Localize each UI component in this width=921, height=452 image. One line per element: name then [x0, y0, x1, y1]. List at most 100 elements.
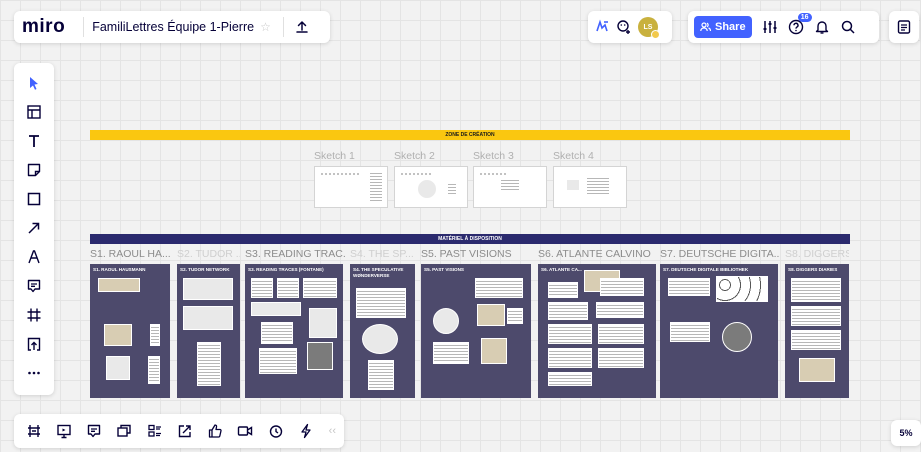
frame-image [183, 306, 233, 330]
templates-icon[interactable] [19, 98, 49, 126]
like-icon[interactable] [204, 419, 227, 443]
section-title[interactable]: S7. DEUTSCHE DIGITA... [660, 248, 780, 260]
section-frame[interactable]: S1. RAOUL HAUSMANN [90, 264, 170, 398]
star-icon[interactable]: ☆ [260, 20, 271, 34]
section-frame[interactable]: S4. THE SPECULATIVE WØNDERVERSE [350, 264, 415, 398]
power-icon[interactable] [294, 419, 317, 443]
reactions-icon[interactable] [594, 19, 610, 35]
collapse-toolbar-button[interactable]: ‹‹ [329, 425, 336, 437]
materiel-bar[interactable]: MATÉRIEL À DISPOSITION [90, 234, 850, 244]
search-icon[interactable] [840, 19, 856, 35]
shape-icon[interactable] [19, 185, 49, 213]
zoom-level[interactable]: 5% [891, 420, 921, 446]
frame-image [598, 324, 644, 344]
sketch-drawing [321, 173, 361, 175]
sticky-note-icon[interactable] [19, 156, 49, 184]
export-icon[interactable] [292, 17, 312, 37]
sketch-card[interactable] [473, 166, 547, 208]
frame-image [362, 324, 398, 354]
section-title[interactable]: S2. TUDOR ... [177, 248, 240, 260]
frame-image [548, 372, 592, 386]
notifications-icon[interactable] [814, 19, 830, 35]
frame-image [596, 302, 644, 318]
sketch-drawing [369, 170, 383, 204]
frame-image [791, 306, 841, 326]
frames-icon[interactable] [22, 419, 45, 443]
frame-image [433, 308, 459, 334]
section-title[interactable]: S5. PAST VISIONS [421, 248, 531, 260]
miro-logo[interactable]: miro [22, 16, 65, 38]
section-title[interactable]: S6. ATLANTE CALVINO [538, 248, 658, 260]
sketch-drawing [401, 173, 431, 175]
sketch-label: Sketch 2 [394, 150, 435, 162]
upload-icon[interactable] [19, 330, 49, 358]
section-frame[interactable]: S3. READING TRACES (FONTANE) [245, 264, 343, 398]
collaboration-toolbar: ‹‹ [14, 414, 344, 448]
sketch-drawing [566, 179, 580, 191]
frame-image [368, 360, 394, 390]
cards-icon[interactable] [113, 419, 136, 443]
presentation-icon[interactable] [52, 419, 75, 443]
section-frame[interactable]: S7. DEUTSCHE DIGITALE BIBLIOTHEK [660, 264, 778, 398]
frame-image [475, 278, 523, 298]
help-button[interactable]: 16 [788, 13, 812, 35]
share-button[interactable]: Share [694, 16, 752, 38]
frame-image [548, 324, 592, 344]
section-title[interactable]: S1. RAOUL HA... [90, 248, 172, 260]
notes-icon [897, 20, 911, 34]
share-screen-icon[interactable] [173, 419, 196, 443]
frame-image [670, 322, 710, 342]
user-avatar[interactable]: LS [638, 17, 660, 39]
pen-icon[interactable] [19, 243, 49, 271]
comment-list-icon[interactable] [83, 419, 106, 443]
frame-image [716, 276, 768, 302]
select-icon[interactable] [19, 69, 49, 97]
kanban-icon[interactable] [143, 419, 166, 443]
frame-image [277, 278, 299, 298]
section-title[interactable]: S8. DIGGERS... [785, 248, 849, 260]
sketch-drawing [500, 177, 520, 193]
section-frame[interactable]: S6. ATLANTE CA... [538, 264, 656, 398]
settings-sliders-icon[interactable] [762, 19, 778, 35]
frame-icon[interactable] [19, 301, 49, 329]
frame-image [481, 338, 507, 364]
add-collaborator-icon[interactable] [616, 19, 632, 35]
text-icon[interactable] [19, 127, 49, 155]
frame-image [303, 278, 337, 298]
frame-title: S1. RAOUL HAUSMANN [93, 267, 146, 272]
frame-image [104, 324, 132, 346]
sketch-drawing [447, 181, 457, 195]
zone-creation-bar[interactable]: ZONE DE CRÉATION [90, 130, 850, 140]
sketch-label: Sketch 1 [314, 150, 355, 162]
section-title[interactable]: S3. READING TRAC... [245, 248, 345, 260]
frame-image [548, 302, 588, 320]
frame-image [600, 278, 644, 296]
frame-image [548, 282, 578, 298]
frame-image [307, 342, 333, 370]
arrow-icon[interactable] [19, 214, 49, 242]
sketch-label: Sketch 3 [473, 150, 514, 162]
frame-title: S5. PAST VISIONS [424, 267, 464, 272]
sketch-card[interactable] [314, 166, 388, 208]
video-icon[interactable] [234, 419, 257, 443]
comment-icon[interactable] [19, 272, 49, 300]
sketch-card[interactable] [553, 166, 627, 208]
frame-image [791, 278, 841, 302]
sketch-drawing [586, 175, 610, 197]
frame-title: S2. TUDOR NETWORK [180, 267, 230, 272]
frame-image [356, 288, 406, 318]
frame-image [148, 356, 160, 384]
section-frame[interactable]: S2. TUDOR NETWORK [177, 264, 240, 398]
section-frame[interactable]: S8. DIGGERS DIARIES [785, 264, 849, 398]
timer-icon[interactable] [264, 419, 287, 443]
sketch-card[interactable] [394, 166, 468, 208]
frame-image [309, 308, 337, 338]
section-frame[interactable]: S5. PAST VISIONS [421, 264, 531, 398]
board-title[interactable]: FamiliLettres Équipe 1-Pierre [92, 20, 254, 34]
more-icon[interactable] [19, 359, 49, 387]
frame-image [197, 342, 221, 386]
section-title[interactable]: S4. THE SP... [350, 248, 415, 260]
users-icon [700, 22, 711, 32]
share-label: Share [715, 21, 746, 33]
notes-button[interactable] [889, 11, 919, 43]
